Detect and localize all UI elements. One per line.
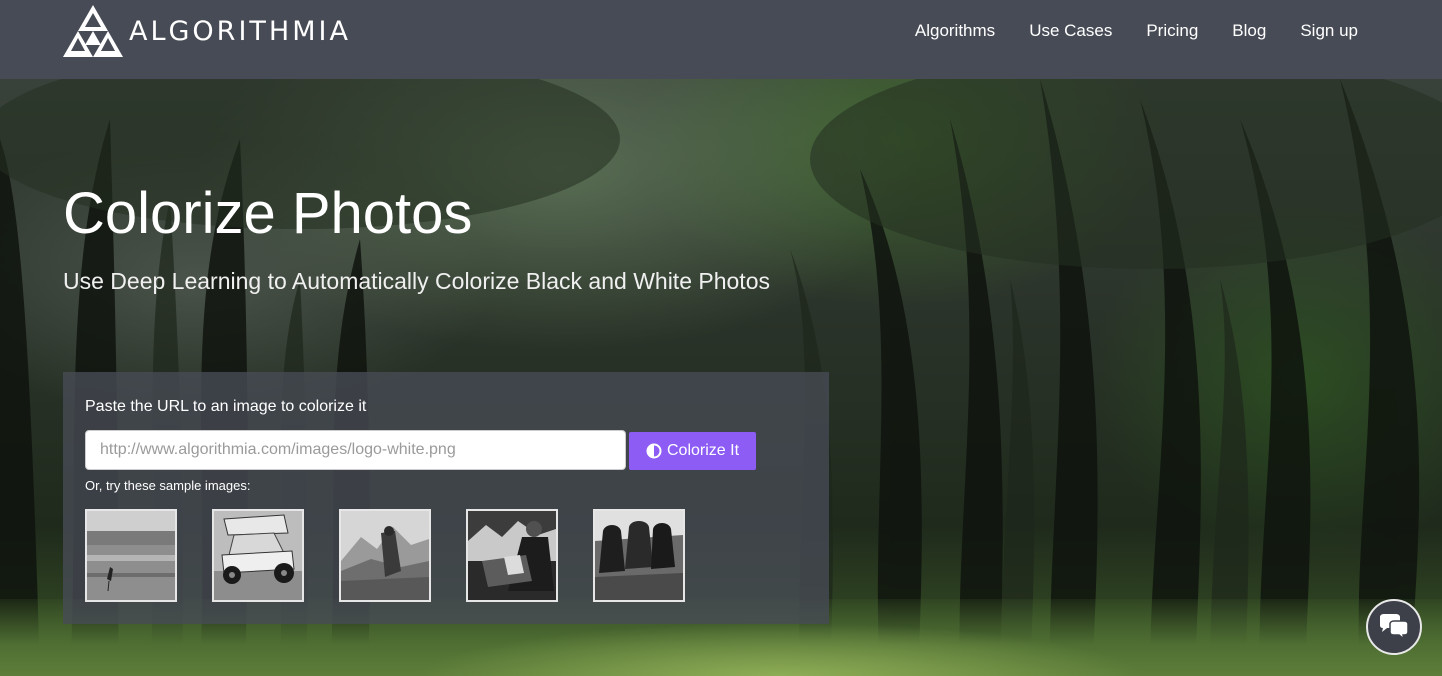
- sample-image-portrait[interactable]: [466, 509, 558, 602]
- chat-bubbles-icon: [1380, 614, 1409, 641]
- top-navbar: ALGORITHMIA Algorithms Use Cases Pricing…: [0, 0, 1442, 79]
- sample-image-race-car[interactable]: [212, 509, 304, 602]
- url-input-label: Paste the URL to an image to colorize it: [85, 398, 367, 415]
- sample-images-list: [85, 509, 685, 602]
- colorize-it-button-label: Colorize It: [666, 442, 740, 459]
- sample-images-label: Or, try these sample images:: [85, 478, 251, 493]
- colorize-panel: Paste the URL to an image to colorize it…: [63, 372, 829, 624]
- contrast-icon: [646, 443, 662, 459]
- page-subtitle: Use Deep Learning to Automatically Color…: [63, 268, 770, 294]
- brand-name: ALGORITHMIA: [129, 15, 351, 47]
- image-url-input[interactable]: [85, 430, 626, 470]
- colorize-it-button[interactable]: Colorize It: [629, 432, 756, 470]
- chat-widget-button[interactable]: [1366, 599, 1422, 655]
- sample-image-cattle[interactable]: [593, 509, 685, 602]
- nav-menu: Algorithms Use Cases Pricing Blog Sign u…: [915, 19, 1358, 43]
- sample-image-mountain-hiker[interactable]: [339, 509, 431, 602]
- algorithmia-triangle-logo-icon: [63, 5, 123, 57]
- brand-logo-link[interactable]: ALGORITHMIA: [63, 4, 351, 58]
- page-title: Colorize Photos: [63, 181, 473, 246]
- hero-section: Colorize Photos Use Deep Learning to Aut…: [0, 79, 1442, 676]
- nav-item-pricing[interactable]: Pricing: [1146, 19, 1198, 43]
- nav-item-sign-up[interactable]: Sign up: [1300, 19, 1358, 43]
- nav-item-blog[interactable]: Blog: [1232, 19, 1266, 43]
- nav-item-use-cases[interactable]: Use Cases: [1029, 19, 1112, 43]
- nav-item-algorithms[interactable]: Algorithms: [915, 19, 995, 43]
- sample-image-heron[interactable]: [85, 509, 177, 602]
